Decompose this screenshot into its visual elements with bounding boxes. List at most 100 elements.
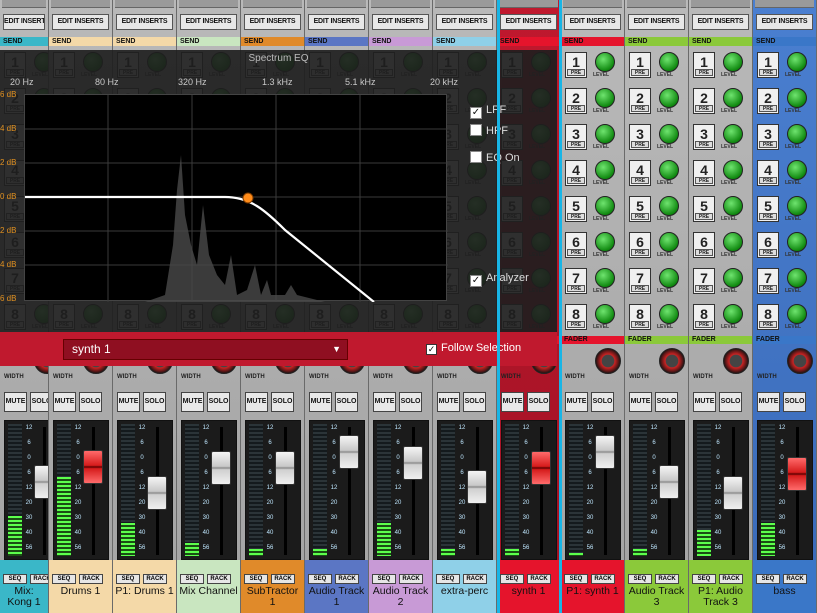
send-level-knob[interactable] bbox=[787, 88, 807, 108]
pre-button[interactable]: PRE bbox=[759, 321, 777, 328]
seq-button[interactable]: SEQ bbox=[52, 574, 76, 584]
send-number-button[interactable]: 5PRE bbox=[693, 196, 715, 222]
send-number-button[interactable]: 7PRE bbox=[629, 268, 651, 294]
seq-button[interactable]: SEQ bbox=[500, 574, 524, 584]
send-level-knob[interactable] bbox=[659, 124, 679, 144]
pre-button[interactable]: PRE bbox=[567, 177, 585, 184]
pre-button[interactable]: PRE bbox=[631, 249, 649, 256]
pre-button[interactable]: PRE bbox=[759, 249, 777, 256]
rack-button[interactable]: RACK bbox=[463, 574, 487, 584]
volume-fader[interactable] bbox=[83, 450, 103, 484]
insert-buttons[interactable] bbox=[691, 0, 750, 8]
pre-button[interactable]: PRE bbox=[759, 285, 777, 292]
track-name[interactable]: Audio Track 3 bbox=[627, 586, 686, 613]
pre-button[interactable]: PRE bbox=[695, 69, 713, 76]
rack-button[interactable]: RACK bbox=[783, 574, 807, 584]
mute-button[interactable]: MUTE bbox=[373, 392, 396, 412]
send-level-knob[interactable] bbox=[595, 124, 615, 144]
send-level-knob[interactable] bbox=[659, 268, 679, 288]
follow-selection-checkbox[interactable]: ✓ Follow Selection bbox=[426, 342, 521, 355]
send-level-knob[interactable] bbox=[723, 52, 743, 72]
insert-buttons[interactable] bbox=[499, 0, 558, 8]
edit-inserts-button[interactable]: EDIT INSERTS bbox=[308, 14, 365, 30]
volume-fader[interactable] bbox=[723, 476, 743, 510]
send-number-button[interactable]: 6PRE bbox=[565, 232, 587, 258]
pre-button[interactable]: PRE bbox=[631, 321, 649, 328]
send-level-knob[interactable] bbox=[787, 124, 807, 144]
volume-fader[interactable] bbox=[531, 451, 551, 485]
rack-button[interactable]: RACK bbox=[399, 574, 423, 584]
insert-buttons[interactable] bbox=[755, 0, 814, 8]
rack-button[interactable]: RACK bbox=[335, 574, 359, 584]
solo-button[interactable]: SOLO bbox=[207, 392, 230, 412]
solo-button[interactable]: SOLO bbox=[783, 392, 806, 412]
mute-button[interactable]: MUTE bbox=[117, 392, 140, 412]
edit-inserts-button[interactable]: EDIT INSERTS bbox=[628, 14, 685, 30]
seq-button[interactable]: SEQ bbox=[692, 574, 716, 584]
mute-button[interactable]: MUTE bbox=[437, 392, 460, 412]
volume-fader[interactable] bbox=[659, 465, 679, 499]
pre-button[interactable]: PRE bbox=[759, 69, 777, 76]
send-level-knob[interactable] bbox=[595, 268, 615, 288]
rack-button[interactable]: RACK bbox=[79, 574, 103, 584]
rack-button[interactable]: RACK bbox=[143, 574, 167, 584]
insert-buttons[interactable] bbox=[2, 0, 46, 8]
rack-button[interactable]: RACK bbox=[655, 574, 679, 584]
rack-button[interactable]: RACK bbox=[591, 574, 615, 584]
solo-button[interactable]: SOLO bbox=[30, 392, 48, 412]
send-level-knob[interactable] bbox=[787, 52, 807, 72]
edit-inserts-button[interactable]: EDIT INSERTS bbox=[436, 14, 493, 30]
send-number-button[interactable]: 7PRE bbox=[693, 268, 715, 294]
seq-button[interactable]: SEQ bbox=[244, 574, 268, 584]
send-number-button[interactable]: 6PRE bbox=[757, 232, 779, 258]
seq-button[interactable]: SEQ bbox=[564, 574, 588, 584]
track-select-dropdown[interactable]: synth 1 ▼ bbox=[63, 339, 348, 360]
volume-fader[interactable] bbox=[467, 470, 487, 504]
insert-buttons[interactable] bbox=[51, 0, 110, 8]
send-number-button[interactable]: 8PRE bbox=[629, 304, 651, 330]
rack-button[interactable]: RACK bbox=[527, 574, 551, 584]
pre-button[interactable]: PRE bbox=[695, 213, 713, 220]
send-level-knob[interactable] bbox=[659, 88, 679, 108]
insert-buttons[interactable] bbox=[435, 0, 494, 8]
track-name[interactable]: P1: Drums 1 bbox=[115, 586, 174, 613]
pre-button[interactable]: PRE bbox=[695, 177, 713, 184]
volume-fader[interactable] bbox=[787, 457, 807, 491]
send-number-button[interactable]: 5PRE bbox=[757, 196, 779, 222]
pre-button[interactable]: PRE bbox=[567, 141, 585, 148]
seq-button[interactable]: SEQ bbox=[3, 574, 27, 584]
mute-button[interactable]: MUTE bbox=[693, 392, 716, 412]
mute-button[interactable]: MUTE bbox=[501, 392, 524, 412]
send-number-button[interactable]: 7PRE bbox=[565, 268, 587, 294]
track-name[interactable]: extra-perc bbox=[435, 586, 494, 613]
volume-fader[interactable] bbox=[275, 451, 295, 485]
mute-button[interactable]: MUTE bbox=[565, 392, 588, 412]
pre-button[interactable]: PRE bbox=[631, 177, 649, 184]
track-name[interactable]: Mix Channel bbox=[179, 586, 238, 613]
track-name[interactable]: SubTractor 1 bbox=[243, 586, 302, 613]
pre-button[interactable]: PRE bbox=[631, 69, 649, 76]
send-level-knob[interactable] bbox=[659, 196, 679, 216]
volume-fader[interactable] bbox=[403, 446, 423, 480]
pre-button[interactable]: PRE bbox=[567, 69, 585, 76]
send-number-button[interactable]: 2PRE bbox=[565, 88, 587, 114]
mute-button[interactable]: MUTE bbox=[629, 392, 652, 412]
solo-button[interactable]: SOLO bbox=[79, 392, 102, 412]
mute-button[interactable]: MUTE bbox=[53, 392, 76, 412]
track-name[interactable]: Audio Track 2 bbox=[371, 586, 430, 613]
send-level-knob[interactable] bbox=[659, 160, 679, 180]
insert-buttons[interactable] bbox=[371, 0, 430, 8]
send-number-button[interactable]: 1PRE bbox=[565, 52, 587, 78]
pre-button[interactable]: PRE bbox=[695, 249, 713, 256]
send-number-button[interactable]: 7PRE bbox=[757, 268, 779, 294]
send-number-button[interactable]: 3PRE bbox=[565, 124, 587, 150]
solo-button[interactable]: SOLO bbox=[591, 392, 614, 412]
insert-buttons[interactable] bbox=[115, 0, 174, 8]
pre-button[interactable]: PRE bbox=[695, 321, 713, 328]
edit-inserts-button[interactable]: EDIT INSERTS bbox=[3, 14, 45, 30]
solo-button[interactable]: SOLO bbox=[399, 392, 422, 412]
pre-button[interactable]: PRE bbox=[567, 285, 585, 292]
edit-inserts-button[interactable]: EDIT INSERTS bbox=[116, 14, 173, 30]
pre-button[interactable]: PRE bbox=[631, 105, 649, 112]
send-level-knob[interactable] bbox=[723, 124, 743, 144]
